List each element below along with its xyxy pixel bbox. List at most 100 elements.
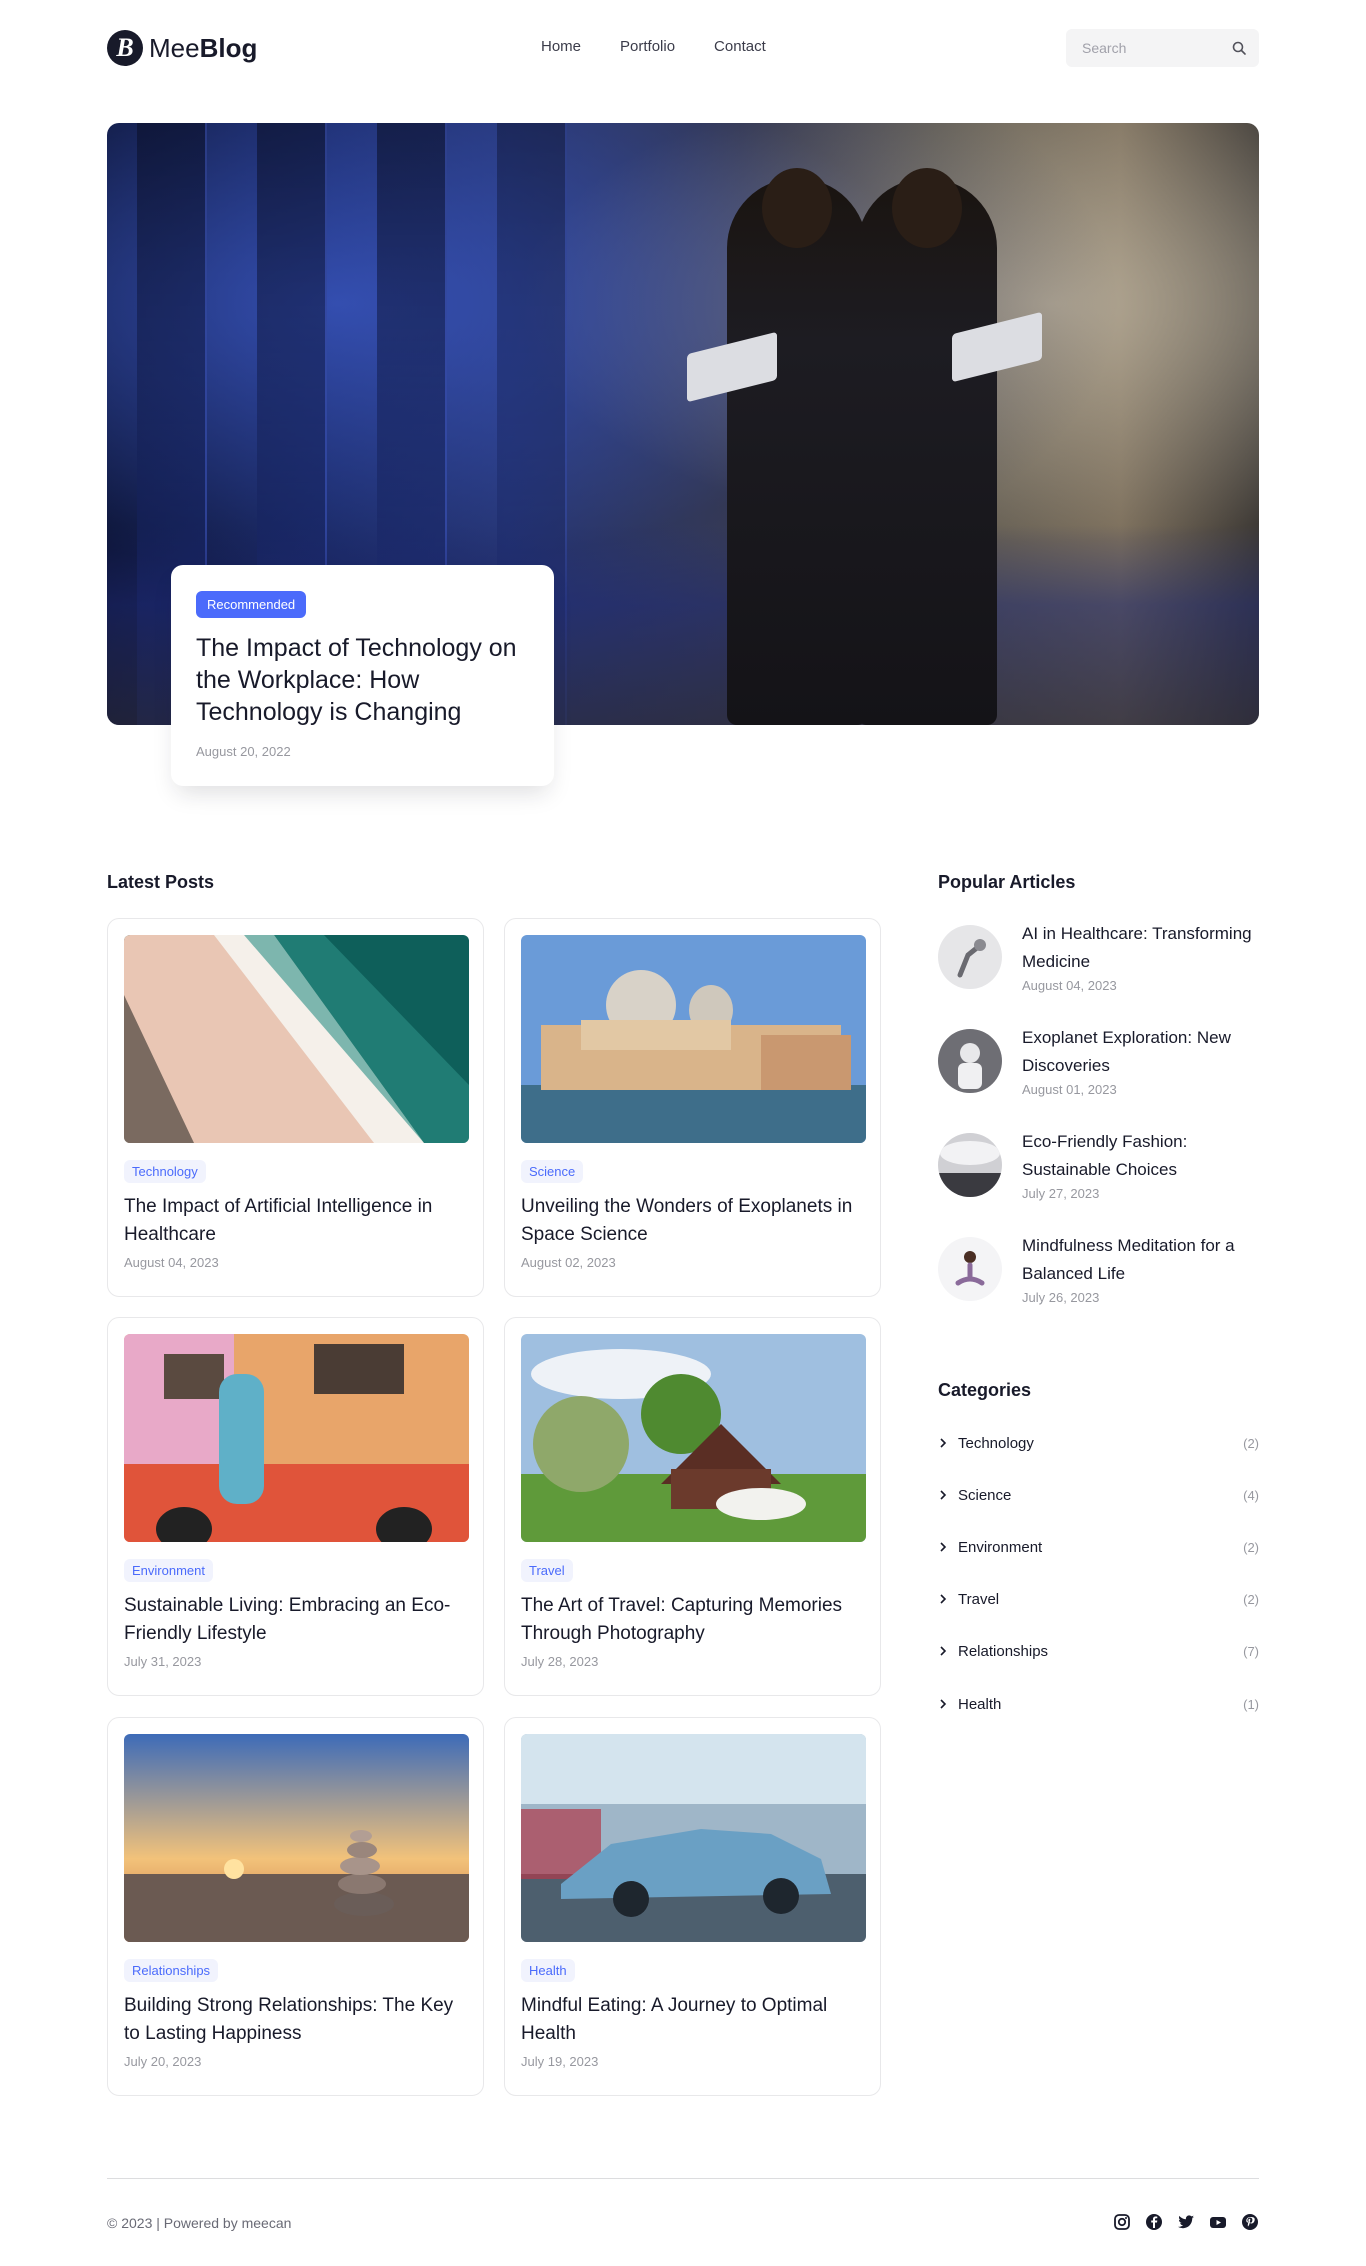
popular-article-item[interactable]: Mindfulness Meditation for a Balanced Li…: [938, 1234, 1259, 1314]
popular-article-thumbnail[interactable]: [938, 1133, 1002, 1197]
post-category-tag[interactable]: Relationships: [124, 1959, 219, 1982]
person-shape: [857, 168, 997, 725]
chevron-right-icon: [940, 1699, 947, 1709]
category-name[interactable]: Environment: [958, 1539, 1243, 1556]
instagram-icon[interactable]: [1113, 2213, 1131, 2231]
popular-article-thumbnail[interactable]: [938, 1237, 1002, 1301]
post-title[interactable]: Unveiling the Wonders of Exoplanets in S…: [521, 1193, 864, 1249]
venice-image: [521, 935, 866, 1143]
nav-home[interactable]: Home: [541, 38, 581, 55]
chevron-right-icon: [940, 1438, 947, 1448]
post-card[interactable]: Relationships Building Strong Relationsh…: [107, 1717, 484, 2096]
woman-car-image: [124, 1334, 469, 1542]
landscape-image: [938, 1133, 1002, 1197]
popular-article-item[interactable]: Exoplanet Exploration: New Discoveries A…: [938, 1026, 1259, 1106]
nav-portfolio[interactable]: Portfolio: [620, 38, 675, 55]
post-thumbnail[interactable]: [124, 1334, 469, 1542]
popular-article-title[interactable]: Exoplanet Exploration: New Discoveries: [1022, 1024, 1259, 1080]
logo-text: MeeBlog: [149, 32, 258, 63]
category-count: (2): [1243, 1539, 1259, 1555]
search-input[interactable]: [1082, 29, 1222, 67]
site-logo[interactable]: B MeeBlog: [107, 30, 257, 66]
post-title[interactable]: Building Strong Relationships: The Key t…: [124, 1992, 467, 2048]
category-count: (2): [1243, 1435, 1259, 1451]
category-count: (1): [1243, 1696, 1259, 1712]
category-name[interactable]: Health: [958, 1696, 1243, 1713]
post-category-tag[interactable]: Science: [521, 1160, 584, 1183]
post-card[interactable]: Travel The Art of Travel: Capturing Memo…: [504, 1317, 881, 1696]
popular-article-date: August 04, 2023: [1022, 978, 1117, 993]
category-count: (7): [1243, 1643, 1259, 1659]
copyright-text: © 2023 | Powered by meecan: [107, 2215, 292, 2231]
category-item[interactable]: Travel (2): [938, 1587, 1259, 1611]
post-date: July 19, 2023: [521, 2054, 599, 2069]
search-icon[interactable]: [1231, 40, 1247, 56]
chevron-right-icon: [940, 1490, 947, 1500]
nav-contact[interactable]: Contact: [714, 38, 766, 55]
site-header: B MeeBlog Home Portfolio Contact: [107, 28, 1259, 70]
countryside-house-image: [521, 1334, 866, 1542]
popular-article-thumbnail[interactable]: [938, 1029, 1002, 1093]
category-count: (2): [1243, 1591, 1259, 1607]
facebook-icon[interactable]: [1145, 2213, 1163, 2231]
main-nav: Home Portfolio Contact: [541, 38, 805, 55]
hero-date: August 20, 2022: [196, 744, 291, 759]
post-thumbnail[interactable]: [521, 935, 866, 1143]
post-title[interactable]: The Art of Travel: Capturing Memories Th…: [521, 1592, 864, 1648]
post-date: July 31, 2023: [124, 1654, 202, 1669]
post-category-tag[interactable]: Travel: [521, 1559, 573, 1582]
popular-article-title[interactable]: Mindfulness Meditation for a Balanced Li…: [1022, 1232, 1259, 1288]
category-name[interactable]: Technology: [958, 1435, 1243, 1452]
popular-article-item[interactable]: AI in Healthcare: Transforming Medicine …: [938, 922, 1259, 1002]
popular-article-date: July 27, 2023: [1022, 1186, 1100, 1201]
pinterest-icon[interactable]: [1241, 2213, 1259, 2231]
popular-article-title[interactable]: AI in Healthcare: Transforming Medicine: [1022, 920, 1259, 976]
post-thumbnail[interactable]: [521, 1334, 866, 1542]
category-item[interactable]: Science (4): [938, 1483, 1259, 1507]
chevron-right-icon: [940, 1646, 947, 1656]
post-date: August 02, 2023: [521, 1255, 616, 1270]
chevron-right-icon: [940, 1542, 947, 1552]
latest-posts-heading: Latest Posts: [107, 872, 215, 892]
post-category-tag[interactable]: Technology: [124, 1160, 206, 1183]
social-links: [1113, 2213, 1259, 2231]
popular-article-date: August 01, 2023: [1022, 1082, 1117, 1097]
popular-article-item[interactable]: Eco-Friendly Fashion: Sustainable Choice…: [938, 1130, 1259, 1210]
post-thumbnail[interactable]: [124, 935, 469, 1143]
post-thumbnail[interactable]: [124, 1734, 469, 1942]
category-item[interactable]: Health (1): [938, 1692, 1259, 1716]
beach-image: [124, 935, 469, 1143]
meditation-image: [938, 1237, 1002, 1301]
post-category-tag[interactable]: Environment: [124, 1559, 213, 1582]
post-title[interactable]: The Impact of Artificial Intelligence in…: [124, 1193, 467, 1249]
category-item[interactable]: Technology (2): [938, 1431, 1259, 1455]
post-date: August 04, 2023: [124, 1255, 219, 1270]
hero-title[interactable]: The Impact of Technology on the Workplac…: [196, 632, 531, 728]
post-category-tag[interactable]: Health: [521, 1959, 575, 1982]
hero-card[interactable]: Recommended The Impact of Technology on …: [171, 565, 554, 786]
post-date: July 28, 2023: [521, 1654, 599, 1669]
category-name[interactable]: Science: [958, 1487, 1243, 1504]
post-card[interactable]: Technology The Impact of Artificial Inte…: [107, 918, 484, 1297]
logo-mark-icon: B: [107, 30, 143, 66]
chevron-right-icon: [940, 1594, 947, 1604]
post-title[interactable]: Mindful Eating: A Journey to Optimal Hea…: [521, 1992, 864, 2048]
post-title[interactable]: Sustainable Living: Embracing an Eco-Fri…: [124, 1592, 467, 1648]
category-item[interactable]: Environment (2): [938, 1535, 1259, 1559]
popular-article-title[interactable]: Eco-Friendly Fashion: Sustainable Choice…: [1022, 1128, 1259, 1184]
category-name[interactable]: Travel: [958, 1591, 1243, 1608]
post-card[interactable]: Environment Sustainable Living: Embracin…: [107, 1317, 484, 1696]
recommended-badge: Recommended: [196, 591, 307, 618]
twitter-icon[interactable]: [1177, 2213, 1195, 2231]
popular-article-thumbnail[interactable]: [938, 925, 1002, 989]
post-card[interactable]: Science Unveiling the Wonders of Exoplan…: [504, 918, 881, 1297]
category-name[interactable]: Relationships: [958, 1643, 1243, 1660]
classic-car-image: [521, 1734, 866, 1942]
youtube-icon[interactable]: [1209, 2213, 1227, 2231]
post-card[interactable]: Health Mindful Eating: A Journey to Opti…: [504, 1717, 881, 2096]
search-box: [1066, 29, 1259, 67]
post-thumbnail[interactable]: [521, 1734, 866, 1942]
category-item[interactable]: Relationships (7): [938, 1639, 1259, 1663]
category-count: (4): [1243, 1487, 1259, 1503]
categories-heading: Categories: [938, 1380, 1032, 1400]
